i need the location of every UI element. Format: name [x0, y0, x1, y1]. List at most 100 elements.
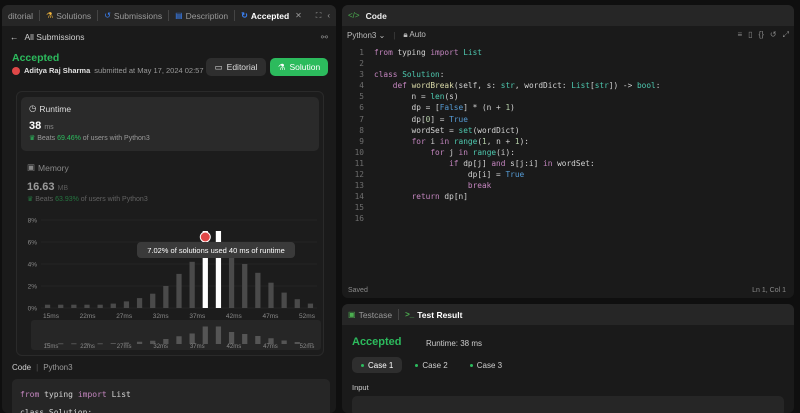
line-content: return dp[n] — [411, 192, 468, 202]
code-line[interactable]: 10 for j in range(i): — [342, 147, 794, 158]
reset-icon[interactable]: ↺ — [770, 30, 777, 40]
memory-box[interactable]: ▣ Memory 16.63 MB ♛ Beats 63.93% of users… — [27, 162, 148, 203]
tab-testcase[interactable]: ▣ Testcase — [348, 310, 392, 320]
expand-icon[interactable]: ⤢ — [783, 30, 789, 40]
chart-bar — [58, 304, 64, 308]
terminal-icon: >_ — [405, 310, 415, 319]
overview-tick-label: 27ms — [117, 344, 132, 350]
code-line[interactable]: 16 — [342, 213, 794, 224]
tab-divider — [39, 10, 41, 21]
line-number: 5 — [359, 92, 364, 102]
avatar[interactable] — [12, 66, 20, 75]
line-number: 12 — [354, 170, 364, 180]
code-lang: Python3 — [43, 363, 73, 372]
y-tick-label: 6% — [28, 240, 38, 247]
maximize-icon[interactable]: ⛶ — [316, 11, 322, 21]
overview-bar — [136, 341, 143, 344]
case-tab-3[interactable]: Case 3 — [461, 357, 511, 373]
submitted-code[interactable]: from typing import List class Solution: — [12, 379, 330, 413]
tooltip-text: 7.02% of solutions used 40 ms of runtime — [147, 246, 285, 255]
runtime-beats-pct: 69.46% — [57, 135, 81, 142]
case-tab-1[interactable]: Case 1 — [352, 357, 403, 373]
line-content: n = len(s) — [374, 92, 459, 102]
overview-tick-label: 52ms — [300, 344, 315, 350]
input-value-box[interactable] — [352, 396, 784, 413]
line-content: dp[0] = True — [374, 114, 468, 124]
submitted-time: submitted at May 17, 2024 02:57 — [94, 66, 204, 75]
tab-description[interactable]: ▤ Description — [175, 11, 228, 21]
line-number: 8 — [359, 125, 364, 135]
y-tick-label: 0% — [28, 306, 38, 313]
y-tick-label: 2% — [28, 284, 38, 291]
line-number: 6 — [359, 103, 364, 113]
chart-bar — [307, 303, 314, 308]
y-tick-label: 8% — [28, 218, 38, 225]
input-label: Input — [352, 383, 369, 392]
bookmark-icon[interactable]: ▯ — [748, 30, 752, 40]
line-number: 15 — [354, 203, 364, 213]
x-tick-label: 47ms — [262, 313, 279, 320]
x-tick-label: 42ms — [226, 313, 243, 320]
author-name[interactable]: Aditya Raj Sharma — [24, 66, 90, 75]
tab-divider — [398, 309, 400, 320]
close-icon[interactable]: ✕ — [295, 11, 302, 20]
code-line[interactable]: 12 dp[i] = True — [342, 169, 794, 180]
tab-editorial[interactable]: ditorial — [8, 11, 33, 21]
line-number: 10 — [354, 147, 364, 157]
back-to-submissions[interactable]: ← All Submissions ⚯ — [2, 26, 336, 48]
code-line[interactable]: 4 def wordBreak(self, s: str, wordDict: … — [342, 80, 794, 91]
format-icon[interactable]: ≡ — [737, 30, 742, 40]
chevron-down-icon: ⌄ — [378, 30, 386, 40]
code-line[interactable]: 5 n = len(s) — [342, 91, 794, 102]
runtime-distribution-chart[interactable]: 0% 2% 4% 6% 8% 15ms 22ms 27ms 32ms 37ms 42ms 47ms 52… — [17, 210, 325, 357]
code-line[interactable]: 7 dp[0] = True — [342, 114, 794, 125]
tab-test-result[interactable]: >_ Test Result — [405, 310, 462, 320]
overview-tick-label: 47ms — [263, 344, 278, 350]
stats-card: ◷ Runtime 38 ms ♛ Beats 69.46% of users w… — [16, 91, 324, 356]
tab-solutions[interactable]: ⚗ Solutions — [46, 11, 91, 21]
chart-bar — [44, 304, 51, 308]
overview-bar — [97, 343, 103, 345]
code-line[interactable]: 15 — [342, 202, 794, 213]
x-tick-label: 27ms — [116, 313, 133, 320]
code-line[interactable]: 1 from typing import List — [342, 47, 794, 58]
language-select[interactable]: Python3 ⌄ — [347, 31, 385, 40]
code-line[interactable]: 2 — [342, 58, 794, 69]
memory-chip-icon: ▣ — [27, 162, 36, 172]
description-icon: ▤ — [175, 11, 183, 20]
auto-mode[interactable]: 🔒︎ Auto — [403, 30, 426, 40]
code-line[interactable]: 8 wordSet = set(wordDict) — [342, 125, 794, 136]
overview-bar — [228, 332, 235, 344]
braces-icon[interactable]: {} — [759, 30, 764, 40]
overview-bar — [71, 343, 77, 345]
code-line[interactable]: 6 dp = [False] * (n + 1) — [342, 102, 794, 113]
line-number: 7 — [359, 114, 364, 124]
arrow-left-icon: ← — [10, 32, 19, 42]
chevron-left-icon[interactable]: ‹ — [327, 11, 330, 21]
user-marker — [199, 231, 211, 243]
tab-submissions[interactable]: ↺ Submissions — [104, 11, 162, 21]
memory-unit: MB — [57, 185, 69, 192]
cursor-position: Ln 1, Col 1 — [752, 287, 786, 294]
line-number: 1 — [359, 48, 364, 57]
runtime-box[interactable]: ◷ Runtime 38 ms ♛ Beats 69.46% of users w… — [21, 97, 319, 151]
line-content: dp[i] = True — [374, 170, 525, 180]
editorial-button[interactable]: ▭ Editorial — [206, 58, 266, 76]
code-lines[interactable]: 1 from typing import List 2 3 class Solution… — [342, 47, 794, 225]
solution-button[interactable]: ⚗ Solution — [270, 58, 328, 76]
code-line[interactable]: 14 return dp[n] — [342, 191, 794, 202]
case-tab-2[interactable]: Case 2 — [406, 357, 456, 373]
chart-bar — [228, 255, 235, 308]
code-line[interactable]: 3 class Solution: — [342, 69, 794, 80]
code-line[interactable]: 11 if dp[j] and s[j:i] in wordSet: — [342, 158, 794, 169]
flask-icon: ⚗ — [46, 11, 54, 20]
tab-accepted[interactable]: ↻ Accepted — [241, 11, 289, 21]
line-number: 2 — [359, 59, 364, 69]
overview-bar — [215, 326, 222, 344]
code-line[interactable]: 13 break — [342, 180, 794, 191]
code-line[interactable]: 9 for i in range(1, n + 1): — [342, 136, 794, 147]
chart-bar — [163, 286, 169, 308]
runtime-unit: ms — [44, 124, 54, 131]
share-link-icon[interactable]: ⚯ — [321, 32, 328, 43]
line-content: from typing import List — [374, 48, 482, 57]
